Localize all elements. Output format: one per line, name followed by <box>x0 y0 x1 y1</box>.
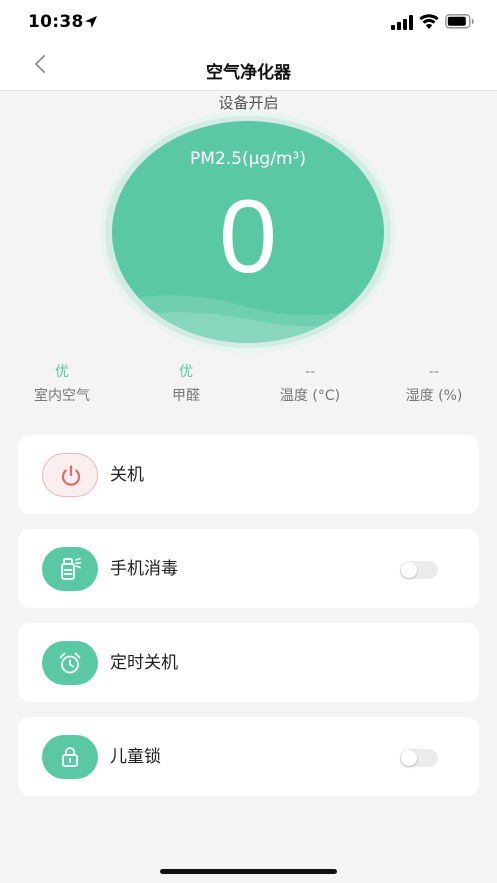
battery-icon <box>445 14 474 29</box>
nav-bar: 空气净化器 <box>0 46 497 91</box>
timer-off-card[interactable]: 定时关机 <box>18 623 479 702</box>
metric-humidity: -- 湿度 (%) <box>379 362 489 406</box>
child-lock-label: 儿童锁 <box>110 747 161 767</box>
toggle-knob <box>401 750 417 766</box>
power-button[interactable] <box>42 453 98 497</box>
lock-icon <box>62 747 78 767</box>
child-lock-badge <box>42 735 98 779</box>
alarm-clock-icon <box>59 652 81 674</box>
child-lock-card: 儿童锁 <box>18 717 479 796</box>
device-status: 设备开启 <box>218 94 279 112</box>
wifi-icon <box>419 14 439 29</box>
toggle-knob <box>401 562 417 578</box>
timer-off-badge <box>42 641 98 685</box>
phone-sanitize-card: 手机消毒 <box>18 529 479 608</box>
timer-off-label: 定时关机 <box>110 653 178 673</box>
metric-value: -- <box>428 364 440 380</box>
air-metrics: 优 室内空气 优 甲醛 -- 温度 (°C) -- 湿度 (%) <box>0 362 497 412</box>
gauge-label: PM2.5(µg/m³) <box>190 149 306 169</box>
metric-formaldehyde: 优 甲醛 <box>131 362 241 406</box>
page-title: 空气净化器 <box>206 63 291 83</box>
status-time: 10:38 <box>28 12 84 32</box>
metric-label: 温度 (°C) <box>279 388 341 404</box>
status-bar: 10:38 <box>0 0 497 46</box>
metric-temperature: -- 温度 (°C) <box>255 362 365 406</box>
metric-label: 甲醛 <box>172 388 200 404</box>
phone-sanitizer-icon <box>61 557 82 580</box>
phone-sanitize-label: 手机消毒 <box>110 559 178 579</box>
metric-value: 优 <box>179 364 193 380</box>
phone-sanitize-toggle[interactable] <box>400 561 438 579</box>
power-off-label: 关机 <box>110 465 144 485</box>
metric-indoor-air: 优 室内空气 <box>7 362 117 406</box>
home-indicator[interactable] <box>160 869 337 874</box>
metric-label: 湿度 (%) <box>405 388 463 404</box>
power-off-card[interactable]: 关机 <box>18 435 479 514</box>
phone-sanitize-badge <box>42 547 98 591</box>
metric-label: 室内空气 <box>34 388 90 404</box>
child-lock-toggle[interactable] <box>400 749 438 767</box>
pm25-gauge: PM2.5(µg/m³) 0 <box>98 111 398 361</box>
metric-value: 优 <box>55 364 69 380</box>
metric-value: -- <box>304 364 316 380</box>
pm25-value: 0 <box>219 179 277 295</box>
location-arrow-icon <box>85 16 97 28</box>
power-icon <box>61 465 81 486</box>
cellular-signal-icon <box>391 15 413 30</box>
